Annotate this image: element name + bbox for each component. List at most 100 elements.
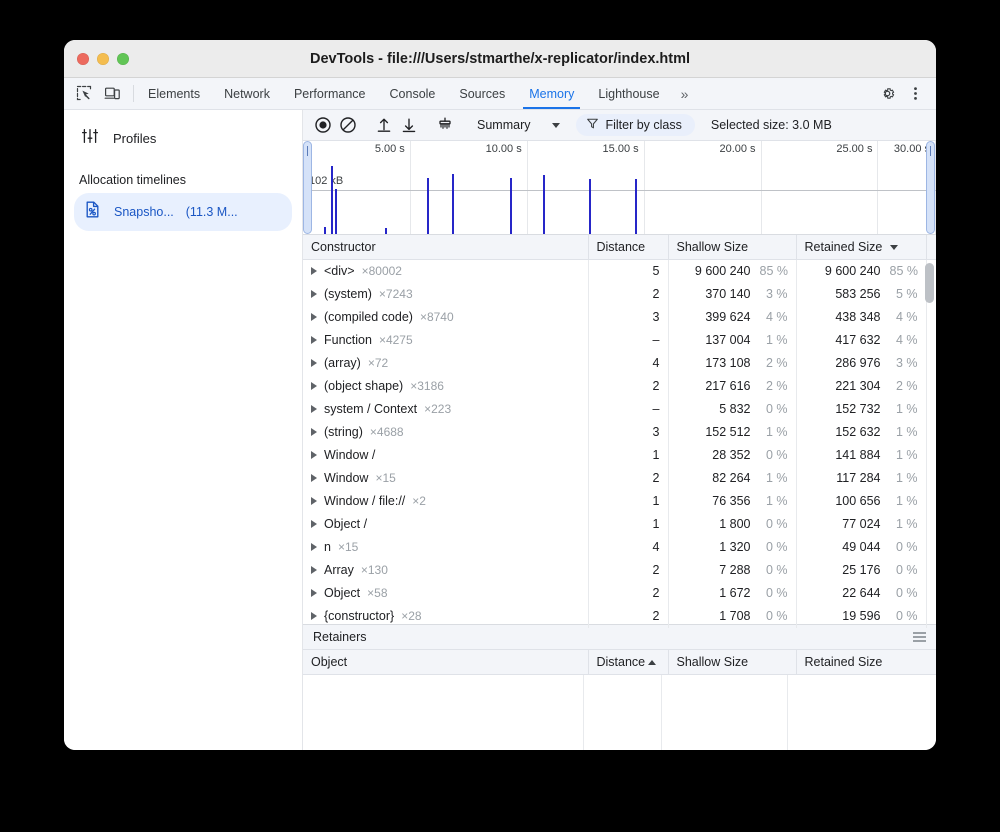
- table-row[interactable]: {constructor}×2821 7080 %19 5960 %: [303, 605, 936, 628]
- tab-label: Sources: [459, 87, 505, 101]
- close-window-button[interactable]: [77, 53, 89, 65]
- cell-retained-size: 100 6561 %: [796, 490, 926, 513]
- table-header-row: Constructor Distance Shallow Size Retain…: [303, 235, 936, 260]
- sidebar-item-snapshot[interactable]: Snapsho... (11.3 M...: [74, 193, 292, 231]
- column-header-shallow-size[interactable]: Shallow Size: [668, 235, 796, 260]
- expand-triangle-icon[interactable]: [311, 474, 317, 482]
- expand-triangle-icon[interactable]: [311, 566, 317, 574]
- cell-value: 9 600 240: [695, 264, 751, 278]
- clear-profiles-icon[interactable]: [338, 116, 357, 135]
- allocation-overview-timeline[interactable]: 5.00 s10.00 s15.00 s20.00 s25.00 s30.00 …: [303, 141, 936, 235]
- expand-triangle-icon[interactable]: [311, 313, 317, 321]
- cell-percent: 0 %: [760, 517, 788, 531]
- tab-memory[interactable]: Memory: [517, 78, 586, 109]
- table-row[interactable]: Window / file://×2176 3561 %100 6561 %: [303, 490, 936, 513]
- column-header-constructor[interactable]: Constructor: [303, 235, 588, 260]
- cell-shallow-size: 76 3561 %: [668, 490, 796, 513]
- cell-value: 9 600 240: [825, 264, 881, 278]
- expand-triangle-icon[interactable]: [311, 382, 317, 390]
- grid-scrollbar-thumb[interactable]: [925, 263, 934, 303]
- settings-gear-icon[interactable]: [874, 81, 900, 107]
- timeline-gridline: [410, 141, 411, 234]
- more-tabs-icon[interactable]: »: [672, 78, 698, 109]
- tab-network[interactable]: Network: [212, 78, 282, 109]
- table-row[interactable]: Object×5821 6720 %22 6440 %: [303, 582, 936, 605]
- timeline-selection-handle-left[interactable]: [303, 141, 312, 234]
- table-row[interactable]: Object /11 8000 %77 0241 %: [303, 513, 936, 536]
- grid-vertical-scrollbar[interactable]: [925, 261, 934, 622]
- expand-triangle-icon[interactable]: [311, 543, 317, 551]
- retainers-column-retained-size[interactable]: Retained Size: [796, 650, 936, 675]
- table-row[interactable]: Window×15282 2641 %117 2841 %: [303, 467, 936, 490]
- more-options-icon[interactable]: [902, 81, 928, 107]
- tab-label: Memory: [529, 87, 574, 101]
- cell-shallow-size: 173 1082 %: [668, 352, 796, 375]
- device-toolbar-icon[interactable]: [103, 84, 122, 103]
- column-header-retained-size[interactable]: Retained Size: [796, 235, 926, 260]
- table-row[interactable]: Array×13027 2880 %25 1760 %: [303, 559, 936, 582]
- retainers-column-shallow-size[interactable]: Shallow Size: [668, 650, 796, 675]
- minimize-window-button[interactable]: [97, 53, 109, 65]
- devtools-body: Profiles Allocation timelines Snapsho...…: [64, 110, 936, 750]
- table-row[interactable]: (object shape)×31862217 6162 %221 3042 %: [303, 375, 936, 398]
- table-row[interactable]: n×1541 3200 %49 0440 %: [303, 536, 936, 559]
- table-row[interactable]: (array)×724173 1082 %286 9763 %: [303, 352, 936, 375]
- expand-triangle-icon[interactable]: [311, 451, 317, 459]
- expand-triangle-icon[interactable]: [311, 589, 317, 597]
- table-row[interactable]: <div>×8000259 600 24085 %9 600 24085 %: [303, 260, 936, 283]
- cell-percent: 0 %: [760, 563, 788, 577]
- save-profile-icon[interactable]: [399, 116, 418, 135]
- sidebar-item-profiles[interactable]: Profiles: [64, 120, 302, 157]
- constructor-count: ×8740: [420, 310, 454, 324]
- cell-percent: 1 %: [890, 448, 918, 462]
- inspect-element-icon[interactable]: [75, 84, 94, 103]
- sort-descending-icon: [890, 245, 898, 250]
- zoom-window-button[interactable]: [117, 53, 129, 65]
- record-heap-allocations-icon[interactable]: [313, 116, 332, 135]
- expand-triangle-icon[interactable]: [311, 336, 317, 344]
- column-header-distance[interactable]: Distance: [588, 235, 668, 260]
- expand-triangle-icon[interactable]: [311, 405, 317, 413]
- view-select-dropdown[interactable]: Summary: [471, 118, 566, 132]
- cell-percent: 0 %: [760, 448, 788, 462]
- constructor-name: (system): [324, 287, 372, 301]
- sidebar-section-allocation-timelines: Allocation timelines: [64, 157, 302, 193]
- tab-elements[interactable]: Elements: [136, 78, 212, 109]
- table-row[interactable]: (string)×46883152 5121 %152 6321 %: [303, 421, 936, 444]
- table-row[interactable]: system / Context×223–5 8320 %152 7321 %: [303, 398, 936, 421]
- cell-value: 286 976: [835, 356, 880, 370]
- cell-retained-size: 9 600 24085 %: [796, 260, 926, 283]
- filter-by-class-button[interactable]: Filter by class: [576, 114, 694, 136]
- table-row[interactable]: (system)×72432370 1403 %583 2565 %: [303, 283, 936, 306]
- table-row[interactable]: Window /128 3520 %141 8841 %: [303, 444, 936, 467]
- cell-percent: 1 %: [890, 402, 918, 416]
- load-profile-icon[interactable]: [374, 116, 393, 135]
- tab-sources[interactable]: Sources: [447, 78, 517, 109]
- timeline-allocation-bar: [589, 179, 591, 234]
- expand-triangle-icon[interactable]: [311, 612, 317, 620]
- constructor-name: {constructor}: [324, 609, 394, 623]
- expand-triangle-icon[interactable]: [311, 290, 317, 298]
- cell-shallow-size: 399 6244 %: [668, 306, 796, 329]
- tab-console[interactable]: Console: [378, 78, 448, 109]
- cell-constructor: (array)×72: [303, 352, 588, 375]
- timeline-selection-handle-right[interactable]: [926, 141, 935, 234]
- timeline-tick-label: 20.00 s: [719, 143, 760, 155]
- table-row[interactable]: Function×4275–137 0041 %417 6324 %: [303, 329, 936, 352]
- constructor-name: Array: [324, 563, 354, 577]
- expand-triangle-icon[interactable]: [311, 359, 317, 367]
- table-row[interactable]: (compiled code)×87403399 6244 %438 3484 …: [303, 306, 936, 329]
- retainers-column-object[interactable]: Object: [303, 650, 588, 675]
- expand-triangle-icon[interactable]: [311, 267, 317, 275]
- expand-triangle-icon[interactable]: [311, 428, 317, 436]
- collect-garbage-icon[interactable]: [435, 116, 454, 135]
- cell-constructor: <div>×80002: [303, 260, 588, 283]
- tab-performance[interactable]: Performance: [282, 78, 378, 109]
- retainers-column-distance[interactable]: Distance: [588, 650, 668, 675]
- cell-percent: 1 %: [890, 517, 918, 531]
- expand-triangle-icon[interactable]: [311, 497, 317, 505]
- tab-lighthouse[interactable]: Lighthouse: [586, 78, 671, 109]
- hamburger-menu-icon[interactable]: [913, 632, 926, 642]
- timeline-allocation-bar: [510, 178, 512, 234]
- expand-triangle-icon[interactable]: [311, 520, 317, 528]
